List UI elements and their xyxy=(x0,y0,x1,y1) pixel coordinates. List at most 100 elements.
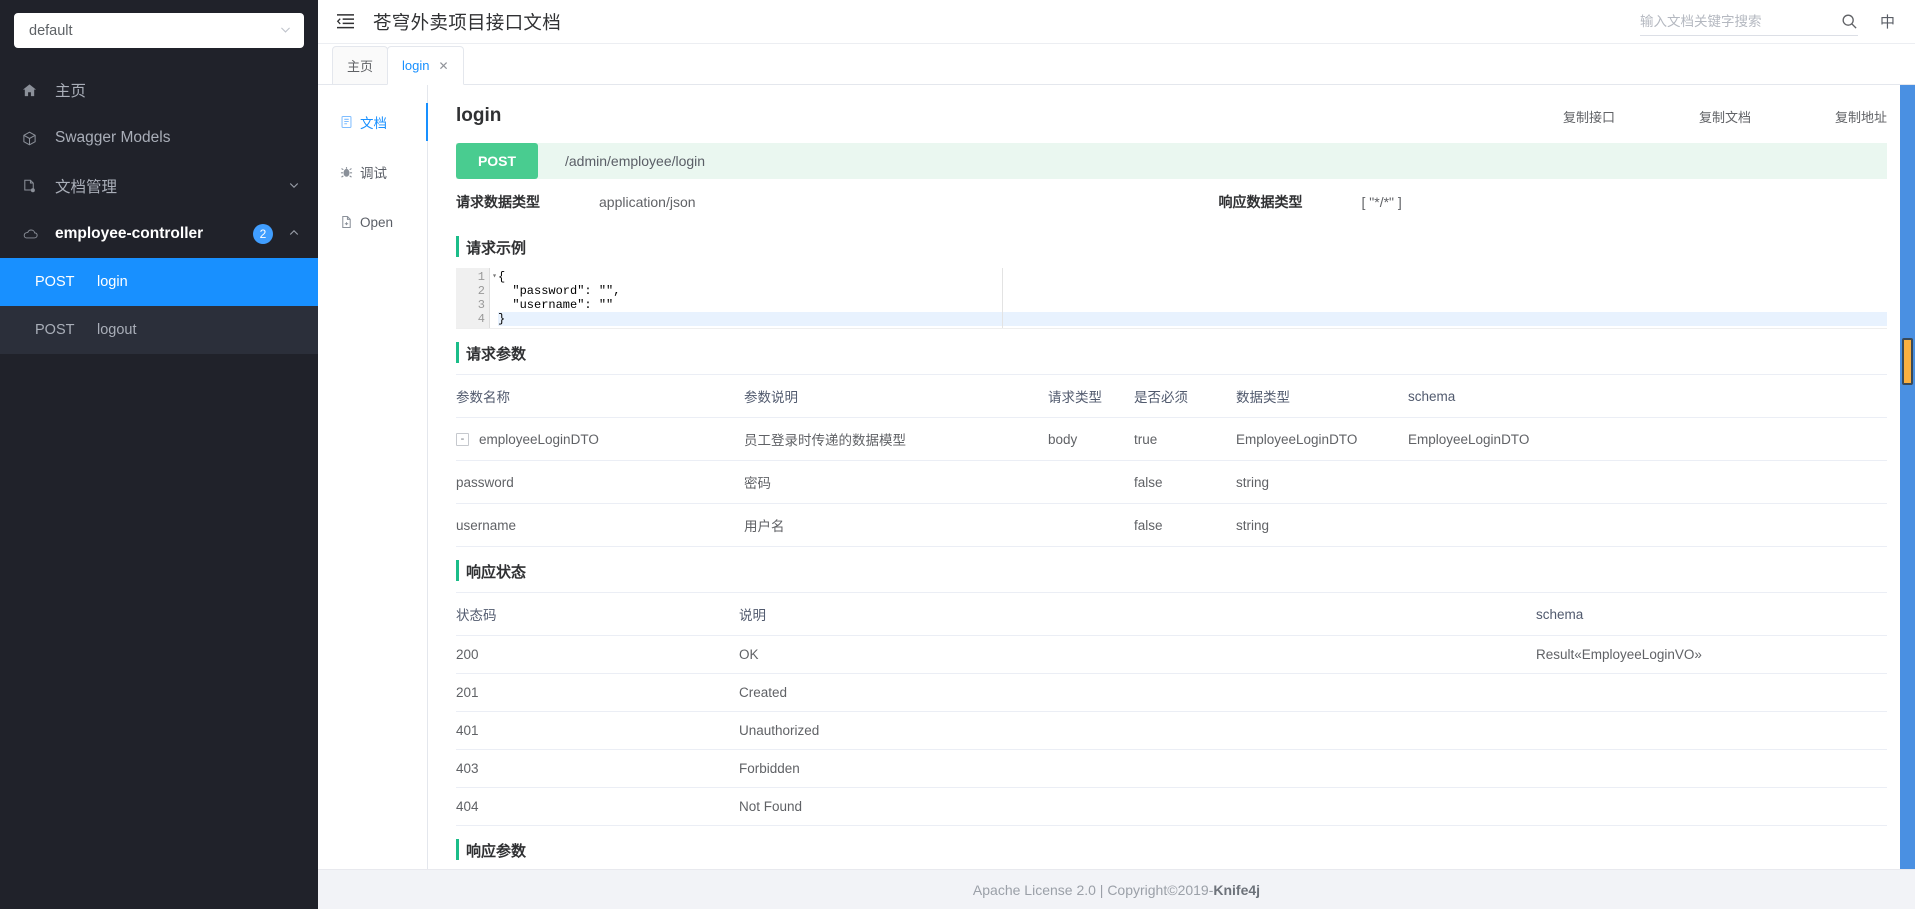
param-datatype: EmployeeLoginDTO xyxy=(1236,417,1408,461)
expander-toggle[interactable]: - xyxy=(456,432,469,446)
col-param-name: 参数名称 xyxy=(456,374,744,418)
api-method: POST xyxy=(35,322,75,338)
tab-home[interactable]: 主页 xyxy=(332,46,389,84)
sidebar-item-badge: 2 xyxy=(253,224,273,244)
sidebar-item-home[interactable]: 主页 xyxy=(0,66,318,114)
param-datatype: string xyxy=(1236,503,1408,547)
main-region: 苍穹外卖项目接口文档 中 主页 login ✕ xyxy=(318,0,1915,909)
request-type-value: application/json xyxy=(599,194,696,210)
sidebar-item-label: Swagger Models xyxy=(55,129,171,146)
line-number: 1 ▾ xyxy=(477,270,497,284)
vtab-label: 文档 xyxy=(360,116,387,131)
param-required: true xyxy=(1134,417,1236,461)
response-type-value: [ "*/*" ] xyxy=(1361,194,1402,210)
document-settings-icon xyxy=(22,177,44,195)
code-gutter: 1 ▾ 2 3 4 xyxy=(456,268,497,328)
status-code: 404 xyxy=(456,787,739,826)
status-desc: OK xyxy=(739,635,1536,674)
home-icon xyxy=(22,81,44,99)
table-row: username 用户名 false string xyxy=(456,503,1887,547)
col-status-code: 状态码 xyxy=(456,592,739,636)
tab-label: 主页 xyxy=(347,59,374,74)
request-content-type: 请求数据类型 application/json xyxy=(456,192,696,212)
search-box[interactable] xyxy=(1639,8,1858,36)
menu-fold-icon[interactable] xyxy=(336,13,355,30)
api-title: login xyxy=(456,105,502,126)
copy-address-button[interactable]: 复制地址 xyxy=(1835,107,1887,126)
table-row: 200 OK Result«EmployeeLoginVO» xyxy=(456,635,1887,674)
param-in xyxy=(1048,460,1134,504)
file-icon xyxy=(340,215,353,229)
service-select[interactable]: default xyxy=(14,13,304,48)
table-row: password 密码 false string xyxy=(456,460,1887,504)
tab-login[interactable]: login ✕ xyxy=(387,46,464,85)
code-guide-line xyxy=(1002,268,1003,328)
sidebar-item-label: employee-controller xyxy=(55,225,204,242)
tab-document[interactable]: 文档 xyxy=(318,97,428,147)
sidebar-item-employee-controller[interactable]: employee-controller 2 xyxy=(0,210,318,258)
endpoint-url: /admin/employee/login xyxy=(565,153,706,169)
sidebar-api-logout[interactable]: POST logout xyxy=(0,306,318,354)
param-required: false xyxy=(1134,460,1236,504)
request-example-code: 1 ▾ 2 3 4 { "password": "", "username": "… xyxy=(456,268,1887,329)
table-row: 403 Forbidden xyxy=(456,749,1887,788)
cube-icon xyxy=(22,129,44,147)
chevron-down-icon xyxy=(288,179,300,194)
col-param-datatype: 数据类型 xyxy=(1236,374,1408,418)
code-line: { xyxy=(498,270,506,284)
search-input[interactable] xyxy=(1639,13,1841,29)
copy-document-button[interactable]: 复制文档 xyxy=(1699,107,1751,126)
tabstrip: 主页 login ✕ xyxy=(318,44,1915,85)
code-line: "username": "" xyxy=(498,298,614,312)
search-icon[interactable] xyxy=(1841,13,1858,30)
code-area[interactable]: { "password": "", "username": "" } xyxy=(490,268,1887,328)
section-title-request-example: 请求示例 xyxy=(456,235,1887,259)
page-scrollbar[interactable] xyxy=(1900,85,1915,869)
service-select-value: default xyxy=(29,22,73,39)
table-row: - employeeLoginDTO 员工登录时传递的数据模型 body tru… xyxy=(456,417,1887,461)
section-title-response-status: 响应状态 xyxy=(456,559,1887,583)
api-method: POST xyxy=(35,274,75,290)
status-desc: Forbidden xyxy=(739,749,1536,788)
sidebar-menu: 主页 Swagger Models 文档管理 employee-controll… xyxy=(0,66,318,354)
sidebar-item-swagger-models[interactable]: Swagger Models xyxy=(0,114,318,162)
col-status-desc: 说明 xyxy=(739,592,1536,636)
chevron-down-icon xyxy=(279,23,292,38)
code-line: "password": "", xyxy=(498,284,621,298)
api-name: login xyxy=(97,274,128,290)
section-title-request-params: 请求参数 xyxy=(456,341,1887,365)
chevron-up-icon xyxy=(288,227,300,242)
col-param-in: 请求类型 xyxy=(1048,374,1134,418)
status-desc: Not Found xyxy=(739,787,1536,826)
content-type-row: 请求数据类型 application/json 响应数据类型 [ "*/*" ] xyxy=(456,181,1887,223)
language-toggle[interactable]: 中 xyxy=(1876,11,1899,32)
copy-interface-button[interactable]: 复制接口 xyxy=(1563,107,1615,126)
param-desc: 密码 xyxy=(744,460,1048,504)
body-split: 文档 调试 Open login 复制接口 复制文档 复制地址 POST /ad… xyxy=(318,85,1915,869)
sidebar-item-doc-management[interactable]: 文档管理 xyxy=(0,162,318,210)
scrollbar-thumb[interactable] xyxy=(1902,338,1913,385)
knife4j-app: default 主页 Swagger Models 文档管理 employee-… xyxy=(0,0,1915,909)
response-content-type: 响应数据类型 [ "*/*" ] xyxy=(1219,192,1402,212)
sidebar-api-login[interactable]: POST login xyxy=(0,258,318,306)
param-name: password xyxy=(456,460,744,504)
response-status-table: 状态码 说明 schema 200 OK Result«EmployeeLogi… xyxy=(456,592,1887,826)
tab-debug[interactable]: 调试 xyxy=(318,147,427,197)
section-title-response-params: 响应参数 xyxy=(456,838,1887,862)
tab-open[interactable]: Open xyxy=(318,197,427,247)
param-schema: EmployeeLoginDTO xyxy=(1408,417,1887,461)
doc-header: login 复制接口 复制文档 复制地址 xyxy=(456,99,1887,133)
param-desc: 员工登录时传递的数据模型 xyxy=(744,417,1048,461)
line-number: 2 xyxy=(477,284,485,298)
doc-content: login 复制接口 复制文档 复制地址 POST /admin/employe… xyxy=(428,85,1915,869)
endpoint-bar: POST /admin/employee/login xyxy=(456,143,1887,179)
line-number: 4 xyxy=(477,312,485,326)
topbar: 苍穹外卖项目接口文档 中 xyxy=(318,0,1915,44)
close-icon[interactable]: ✕ xyxy=(438,60,448,72)
param-name-cell: - employeeLoginDTO xyxy=(456,417,744,461)
bug-icon xyxy=(340,165,353,179)
col-param-required: 是否必须 xyxy=(1134,374,1236,418)
api-name: logout xyxy=(97,322,137,338)
status-schema: Result«EmployeeLoginVO» xyxy=(1536,635,1887,674)
col-param-schema: schema xyxy=(1408,374,1887,418)
